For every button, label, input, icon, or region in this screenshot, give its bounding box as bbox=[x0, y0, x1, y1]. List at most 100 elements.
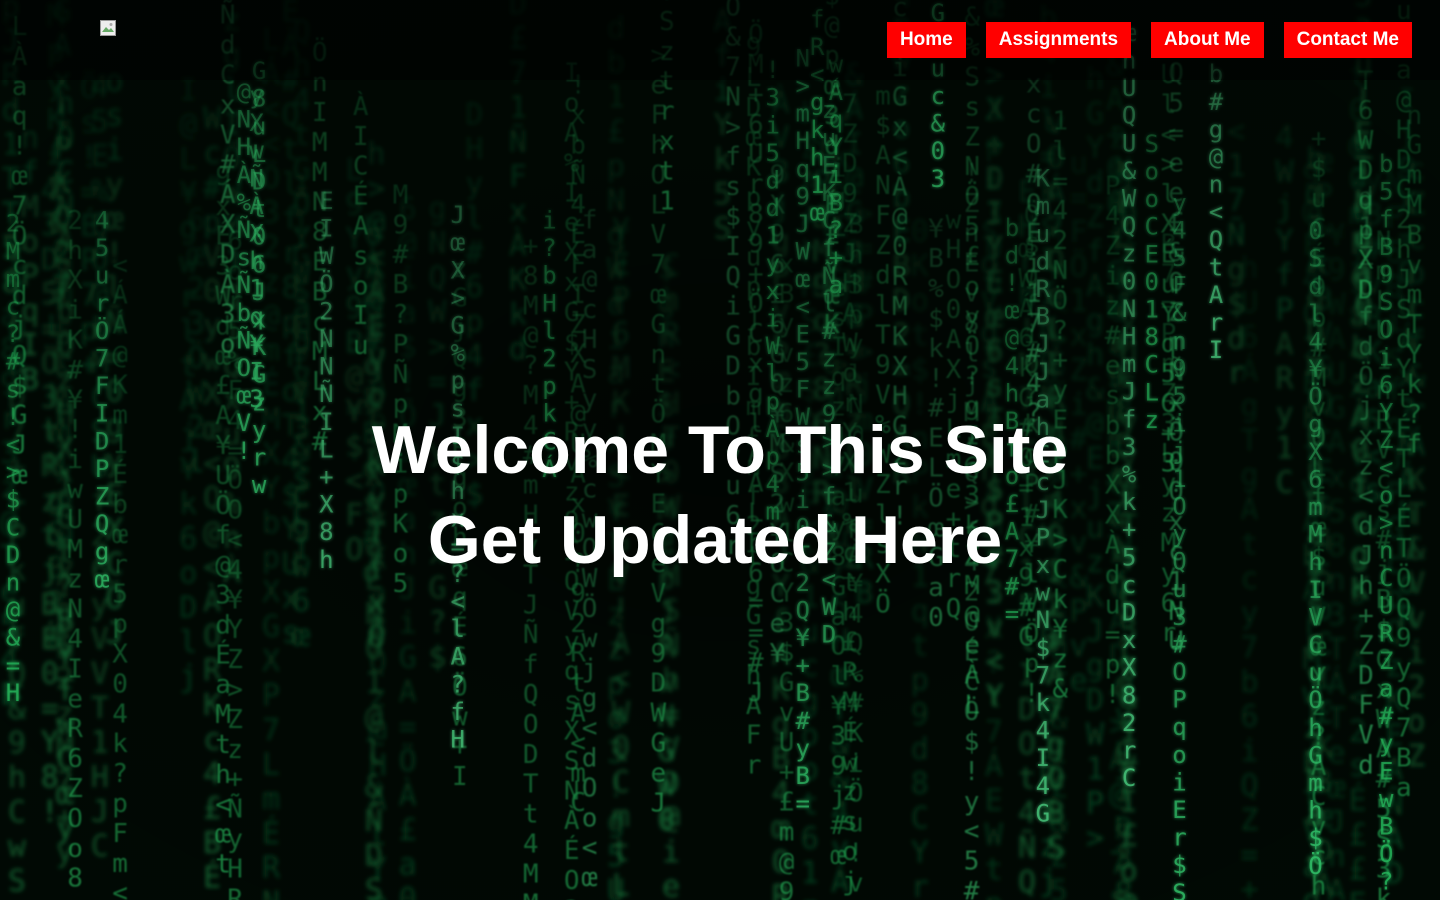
svg-text:j: j bbox=[964, 368, 980, 398]
nav-contact-me-button[interactable]: Contact Me bbox=[1283, 22, 1412, 58]
svg-text:f: f bbox=[523, 650, 539, 680]
svg-text:f: f bbox=[725, 142, 741, 172]
svg-text:A: A bbox=[1209, 281, 1224, 309]
svg-text:@: @ bbox=[779, 847, 795, 877]
svg-text:1: 1 bbox=[1052, 107, 1068, 137]
svg-text:D: D bbox=[1122, 599, 1136, 627]
svg-text:y: y bbox=[564, 627, 580, 657]
svg-text:s: s bbox=[237, 244, 251, 272]
svg-text:4: 4 bbox=[1308, 327, 1322, 355]
svg-text:4: 4 bbox=[293, 83, 311, 118]
svg-text:0: 0 bbox=[1122, 267, 1136, 295]
svg-text:7: 7 bbox=[1227, 183, 1245, 218]
svg-text:Ñ: Ñ bbox=[523, 618, 539, 650]
svg-text:R: R bbox=[842, 658, 858, 688]
svg-text:m: m bbox=[1036, 192, 1050, 220]
svg-text:8: 8 bbox=[911, 767, 929, 802]
svg-text:4: 4 bbox=[95, 207, 109, 235]
svg-text:h: h bbox=[67, 236, 83, 266]
svg-text:Ñ: Ñ bbox=[237, 214, 251, 244]
svg-text:I: I bbox=[452, 762, 468, 792]
header-bar: Home Assignments About Me Contact Me bbox=[0, 0, 1440, 80]
svg-text:1: 1 bbox=[1086, 752, 1104, 787]
svg-text:1: 1 bbox=[509, 91, 527, 126]
svg-text:A: A bbox=[946, 325, 962, 355]
svg-text:h: h bbox=[367, 137, 385, 172]
svg-text:H: H bbox=[369, 749, 387, 784]
svg-text:i: i bbox=[1105, 261, 1121, 291]
svg-text:D: D bbox=[746, 93, 762, 123]
svg-text:!: ! bbox=[1105, 680, 1121, 710]
svg-text:<: < bbox=[1209, 198, 1223, 226]
svg-text:g: g bbox=[980, 315, 998, 350]
svg-text:V: V bbox=[564, 597, 580, 627]
svg-text:<: < bbox=[892, 143, 908, 173]
svg-text:l: l bbox=[1052, 136, 1068, 166]
svg-text:N: N bbox=[319, 353, 333, 381]
svg-text:i: i bbox=[1379, 343, 1393, 371]
svg-text:7: 7 bbox=[651, 250, 667, 280]
svg-text:$: $ bbox=[1172, 851, 1186, 879]
svg-text:!: ! bbox=[964, 757, 980, 787]
svg-text:A: A bbox=[564, 119, 580, 149]
svg-text:r: r bbox=[1172, 824, 1186, 852]
nav-assignments-button[interactable]: Assignments bbox=[985, 22, 1132, 58]
svg-text:$: $ bbox=[725, 202, 741, 232]
svg-text:m: m bbox=[796, 100, 810, 128]
svg-text:9: 9 bbox=[8, 726, 26, 761]
svg-text:a: a bbox=[399, 847, 417, 882]
svg-text:e: e bbox=[1070, 663, 1088, 698]
svg-text:s: s bbox=[725, 172, 741, 202]
svg-text:7: 7 bbox=[262, 713, 280, 748]
svg-text:I: I bbox=[564, 178, 580, 208]
svg-text:Y: Y bbox=[564, 358, 580, 388]
svg-text:F: F bbox=[509, 160, 527, 195]
svg-text:D: D bbox=[651, 669, 667, 699]
svg-text:X: X bbox=[564, 238, 580, 268]
svg-text:H: H bbox=[465, 132, 483, 167]
svg-text:U: U bbox=[1122, 129, 1136, 157]
svg-text:i: i bbox=[1240, 734, 1258, 769]
svg-text:X: X bbox=[249, 220, 264, 248]
svg-text:m: m bbox=[369, 887, 387, 900]
svg-text:q: q bbox=[249, 302, 263, 330]
broken-image-icon bbox=[100, 20, 116, 36]
svg-text:V: V bbox=[91, 622, 109, 657]
svg-text:$: $ bbox=[928, 304, 944, 334]
svg-text:w: w bbox=[249, 137, 264, 165]
svg-text:u: u bbox=[353, 331, 369, 361]
svg-text:S: S bbox=[1379, 288, 1393, 316]
svg-text:w: w bbox=[946, 205, 962, 235]
svg-text:7: 7 bbox=[842, 89, 858, 119]
svg-text:p: p bbox=[451, 367, 465, 395]
svg-text:x: x bbox=[1122, 626, 1136, 654]
svg-text:v: v bbox=[986, 610, 1004, 645]
svg-text:9: 9 bbox=[393, 210, 409, 240]
svg-text:d: d bbox=[1396, 325, 1412, 355]
svg-text:J: J bbox=[523, 590, 539, 620]
svg-text:L: L bbox=[179, 142, 197, 177]
svg-text:O: O bbox=[1026, 130, 1042, 160]
svg-text:4: 4 bbox=[1276, 121, 1294, 156]
svg-text:+: + bbox=[523, 232, 539, 262]
svg-text:N: N bbox=[262, 886, 280, 900]
svg-text:u: u bbox=[1105, 590, 1121, 620]
svg-text:Z: Z bbox=[964, 189, 980, 219]
svg-text:o: o bbox=[582, 893, 598, 900]
svg-text:Q: Q bbox=[369, 645, 387, 680]
svg-text:G: G bbox=[1018, 623, 1034, 653]
svg-text:5: 5 bbox=[964, 847, 980, 877]
svg-text:L: L bbox=[612, 868, 630, 900]
svg-text:G: G bbox=[564, 298, 580, 328]
svg-text:e: e bbox=[564, 208, 580, 238]
nav-about-me-button[interactable]: About Me bbox=[1151, 22, 1264, 58]
svg-text:a: a bbox=[293, 290, 311, 325]
svg-text:i: i bbox=[67, 296, 83, 326]
svg-text:5: 5 bbox=[1379, 178, 1393, 206]
svg-text:y: y bbox=[465, 166, 483, 201]
svg-text:=: = bbox=[796, 790, 810, 818]
svg-text:@: @ bbox=[369, 714, 387, 749]
svg-text:7: 7 bbox=[1036, 661, 1050, 689]
logo[interactable] bbox=[100, 20, 116, 36]
nav-home-button[interactable]: Home bbox=[886, 22, 966, 58]
